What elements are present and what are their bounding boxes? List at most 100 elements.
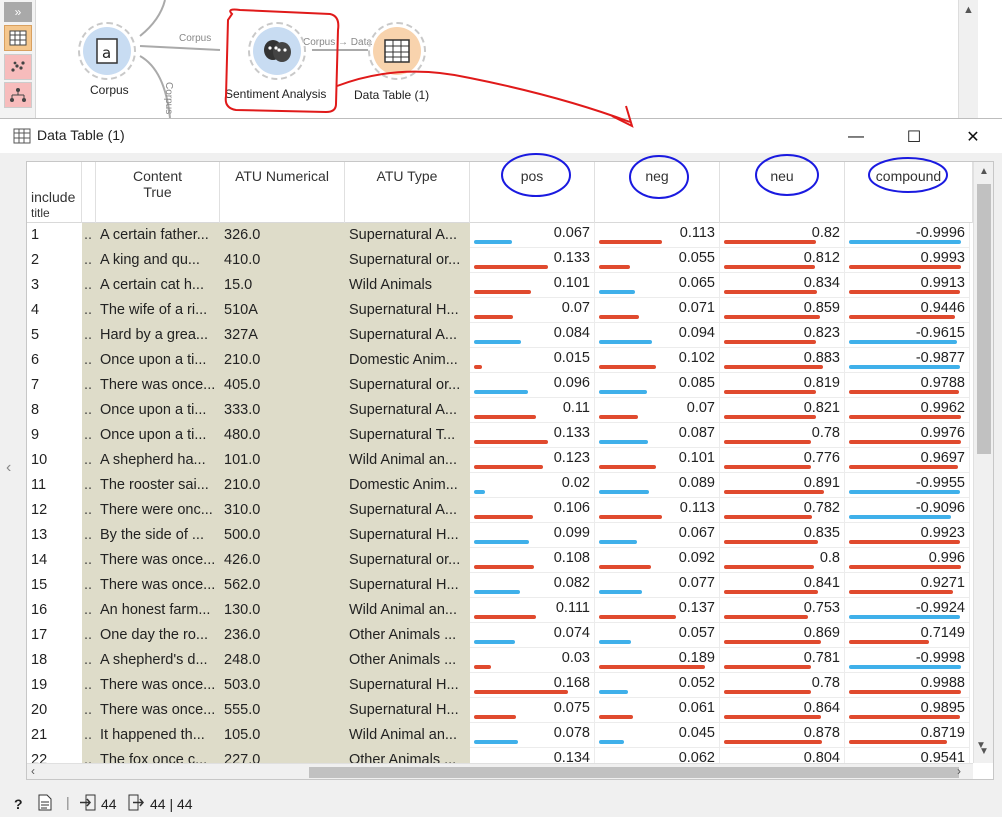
atu-numerical-cell[interactable]: 310.0 <box>220 498 345 523</box>
neg-cell[interactable]: 0.077 <box>595 573 720 598</box>
row-index[interactable]: 18 <box>27 648 82 673</box>
content-cell[interactable]: Once upon a ti... <box>96 398 220 423</box>
atu-numerical-cell[interactable]: 500.0 <box>220 523 345 548</box>
column-header-atu-numerical[interactable]: ATU Numerical <box>220 162 345 223</box>
neu-cell[interactable]: 0.78 <box>720 673 845 698</box>
neu-cell[interactable]: 0.804 <box>720 748 845 763</box>
cmp-cell[interactable]: -0.9924 <box>845 598 970 623</box>
neg-cell[interactable]: 0.094 <box>595 323 720 348</box>
neg-cell[interactable]: 0.089 <box>595 473 720 498</box>
row-index[interactable]: 10 <box>27 448 82 473</box>
atu-type-cell[interactable]: Supernatural H... <box>345 673 470 698</box>
neu-cell[interactable]: 0.819 <box>720 373 845 398</box>
pos-cell[interactable]: 0.082 <box>470 573 595 598</box>
column-header-neu[interactable]: neu <box>720 162 845 223</box>
neu-cell[interactable]: 0.834 <box>720 273 845 298</box>
help-icon[interactable]: ? <box>14 796 23 812</box>
atu-type-cell[interactable]: Supernatural or... <box>345 548 470 573</box>
atu-type-cell[interactable]: Supernatural H... <box>345 523 470 548</box>
row-index[interactable]: 21 <box>27 723 82 748</box>
atu-numerical-cell[interactable]: 480.0 <box>220 423 345 448</box>
atu-type-cell[interactable]: Supernatural A... <box>345 398 470 423</box>
neu-cell[interactable]: 0.869 <box>720 623 845 648</box>
row-index[interactable]: 20 <box>27 698 82 723</box>
report-icon[interactable] <box>38 794 52 814</box>
column-header-pos[interactable]: pos <box>470 162 595 223</box>
include-title-cell[interactable]: .. <box>82 598 96 623</box>
content-cell[interactable]: A certain father... <box>96 223 220 248</box>
include-title-cell[interactable]: .. <box>82 698 96 723</box>
include-title-cell[interactable]: .. <box>82 723 96 748</box>
atu-type-cell[interactable]: Supernatural or... <box>345 373 470 398</box>
cmp-cell[interactable]: 0.7149 <box>845 623 970 648</box>
column-header-content[interactable]: Content True <box>96 162 220 223</box>
atu-type-cell[interactable]: Wild Animal an... <box>345 448 470 473</box>
atu-numerical-cell[interactable]: 333.0 <box>220 398 345 423</box>
atu-numerical-cell[interactable]: 105.0 <box>220 723 345 748</box>
cmp-cell[interactable]: 0.9993 <box>845 248 970 273</box>
table-horizontal-scrollbar[interactable]: ‹ › <box>27 763 973 779</box>
pos-cell[interactable]: 0.133 <box>470 423 595 448</box>
neu-cell[interactable]: 0.878 <box>720 723 845 748</box>
atu-numerical-cell[interactable]: 562.0 <box>220 573 345 598</box>
table-row[interactable]: 5.. Hard by a grea... 327A Supernatural A..… <box>27 323 973 348</box>
include-title-cell[interactable]: .. <box>82 648 96 673</box>
atu-type-cell[interactable]: Supernatural H... <box>345 573 470 598</box>
content-cell[interactable]: Once upon a ti... <box>96 423 220 448</box>
neg-cell[interactable]: 0.189 <box>595 648 720 673</box>
include-title-cell[interactable]: .. <box>82 623 96 648</box>
column-header-dots[interactable] <box>82 162 96 223</box>
row-index[interactable]: 15 <box>27 573 82 598</box>
neu-cell[interactable]: 0.782 <box>720 498 845 523</box>
atu-numerical-cell[interactable]: 503.0 <box>220 673 345 698</box>
cmp-cell[interactable]: 0.9697 <box>845 448 970 473</box>
neg-cell[interactable]: 0.092 <box>595 548 720 573</box>
atu-numerical-cell[interactable]: 210.0 <box>220 348 345 373</box>
table-row[interactable]: 9.. Once upon a ti... 480.0 Supernatural T.… <box>27 423 973 448</box>
scroll-up-icon[interactable]: ▲ <box>963 4 974 16</box>
row-index[interactable]: 11 <box>27 473 82 498</box>
include-title-cell[interactable]: .. <box>82 348 96 373</box>
content-cell[interactable]: One day the ro... <box>96 623 220 648</box>
neu-cell[interactable]: 0.753 <box>720 598 845 623</box>
neu-cell[interactable]: 0.883 <box>720 348 845 373</box>
row-index[interactable]: 9 <box>27 423 82 448</box>
pos-cell[interactable]: 0.07 <box>470 298 595 323</box>
include-title-cell[interactable]: .. <box>82 323 96 348</box>
row-index[interactable]: 5 <box>27 323 82 348</box>
cmp-cell[interactable]: -0.9615 <box>845 323 970 348</box>
pos-cell[interactable]: 0.084 <box>470 323 595 348</box>
pos-cell[interactable]: 0.074 <box>470 623 595 648</box>
content-cell[interactable]: By the side of ... <box>96 523 220 548</box>
neu-cell[interactable]: 0.859 <box>720 298 845 323</box>
table-row[interactable]: 8.. Once upon a ti... 333.0 Supernatural A.… <box>27 398 973 423</box>
cmp-cell[interactable]: 0.9788 <box>845 373 970 398</box>
column-header-atu-type[interactable]: ATU Type <box>345 162 470 223</box>
atu-type-cell[interactable]: Wild Animal an... <box>345 723 470 748</box>
atu-type-cell[interactable]: Domestic Anim... <box>345 348 470 373</box>
cmp-cell[interactable]: 0.9923 <box>845 523 970 548</box>
cmp-cell[interactable]: -0.9877 <box>845 348 970 373</box>
row-index[interactable]: 19 <box>27 673 82 698</box>
cmp-cell[interactable]: 0.9962 <box>845 398 970 423</box>
pos-cell[interactable]: 0.11 <box>470 398 595 423</box>
atu-numerical-cell[interactable]: 426.0 <box>220 548 345 573</box>
include-title-cell[interactable]: .. <box>82 223 96 248</box>
pos-cell[interactable]: 0.078 <box>470 723 595 748</box>
table-row[interactable]: 6.. Once upon a ti... 210.0 Domestic Anim..… <box>27 348 973 373</box>
atu-numerical-cell[interactable]: 405.0 <box>220 373 345 398</box>
content-cell[interactable]: The fox once c... <box>96 748 220 763</box>
pos-cell[interactable]: 0.106 <box>470 498 595 523</box>
neu-cell[interactable]: 0.812 <box>720 248 845 273</box>
include-title-cell[interactable]: .. <box>82 548 96 573</box>
close-button[interactable]: ✕ <box>950 123 996 151</box>
row-index[interactable]: 14 <box>27 548 82 573</box>
table-row[interactable]: 20.. There was once... 555.0 Supernatural H… <box>27 698 973 723</box>
vertical-scroll-thumb[interactable] <box>977 184 991 454</box>
neg-cell[interactable]: 0.113 <box>595 498 720 523</box>
neg-cell[interactable]: 0.113 <box>595 223 720 248</box>
include-title-cell[interactable]: .. <box>82 448 96 473</box>
content-cell[interactable]: The rooster sai... <box>96 473 220 498</box>
pos-cell[interactable]: 0.075 <box>470 698 595 723</box>
pos-cell[interactable]: 0.123 <box>470 448 595 473</box>
